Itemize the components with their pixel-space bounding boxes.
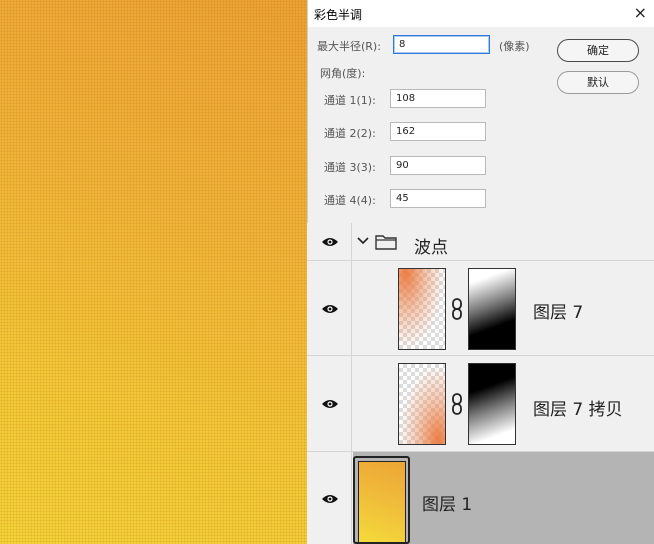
eye-icon[interactable] [321, 236, 339, 248]
layer-name: 图层 7 拷贝 [533, 400, 623, 420]
eye-icon[interactable] [321, 493, 339, 505]
color-halftone-dialog: 彩色半调 × 最大半径(R): 8 (像素) 网角(度): 通道 1(1): 1… [307, 0, 654, 223]
layer-thumbnail [398, 363, 446, 445]
chevron-down-icon[interactable] [357, 237, 369, 245]
channel-2-input[interactable]: 162 [390, 122, 486, 141]
layers-panel: 波点 图层 7 图层 7 拷贝 图层 1 [307, 223, 654, 544]
ok-button[interactable]: 确定 [557, 39, 639, 62]
layer-row[interactable]: 图层 7 拷贝 [307, 356, 654, 452]
visibility-column [307, 452, 352, 544]
image-canvas[interactable] [0, 0, 307, 544]
chain-link-icon[interactable] [451, 393, 463, 415]
folder-icon [375, 235, 397, 250]
visibility-column [307, 261, 352, 356]
eye-icon[interactable] [321, 303, 339, 315]
channel-3-label: 通道 3(3): [324, 161, 376, 174]
max-radius-input[interactable]: 8 [393, 35, 490, 54]
max-radius-label: 最大半径(R): [317, 40, 381, 53]
channel-3-input[interactable]: 90 [390, 156, 486, 175]
channel-4-label: 通道 4(4): [324, 194, 376, 207]
unit-label: (像素) [499, 40, 530, 53]
channel-2-label: 通道 2(2): [324, 127, 376, 140]
default-button[interactable]: 默认 [557, 71, 639, 94]
layer-group-row[interactable]: 波点 [307, 223, 654, 261]
layer-group-name: 波点 [414, 238, 448, 258]
layer-name: 图层 7 [533, 303, 584, 323]
layer-row[interactable]: 图层 7 [307, 261, 654, 356]
chain-link-icon[interactable] [451, 298, 463, 320]
close-icon[interactable]: × [634, 3, 647, 22]
dialog-titlebar: 彩色半调 × [308, 0, 654, 27]
layer-thumbnail [398, 268, 446, 350]
eye-icon[interactable] [321, 398, 339, 410]
channel-1-input[interactable]: 108 [390, 89, 486, 108]
channel-4-input[interactable]: 45 [390, 189, 486, 208]
visibility-column [307, 356, 352, 452]
screen-angles-label: 网角(度): [320, 67, 366, 80]
layer-row-selected[interactable]: 图层 1 [307, 452, 654, 544]
channel-1-label: 通道 1(1): [324, 94, 376, 107]
dialog-title: 彩色半调 [314, 8, 363, 22]
layer-name: 图层 1 [422, 495, 473, 515]
visibility-column [307, 223, 352, 261]
layer-mask-thumbnail [468, 268, 516, 350]
layer-thumbnail [358, 461, 406, 543]
layer-mask-thumbnail [468, 363, 516, 445]
